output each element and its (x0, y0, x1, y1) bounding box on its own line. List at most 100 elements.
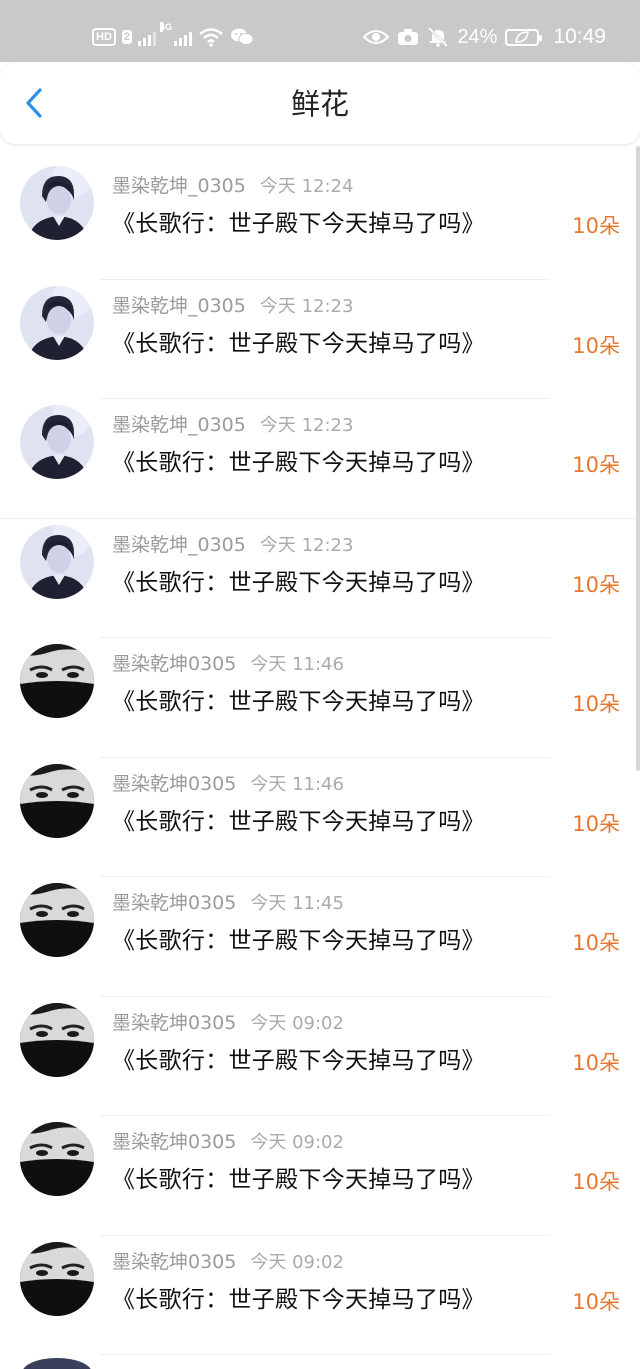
avatar[interactable] (20, 524, 94, 599)
sim-icon: 2 (121, 30, 133, 44)
hd-icon: HD (92, 28, 116, 46)
timestamp: 今天 12:24 (259, 176, 354, 197)
record-meta: 墨染乾坤0305 今天 11:46 (112, 769, 344, 796)
mute-bell-icon (428, 26, 449, 48)
avatar-masked-portrait (20, 644, 94, 718)
avatar-masked-portrait (20, 763, 94, 838)
username[interactable]: 墨染乾坤_0305 (112, 414, 246, 436)
avatar-masked-portrait (20, 883, 94, 957)
timestamp: 今天 09:02 (250, 1251, 344, 1273)
avatar[interactable] (20, 1122, 94, 1196)
wechat-icon (231, 28, 254, 45)
book-title[interactable]: 《长歌行：世子殿下今天掉马了吗》 (112, 204, 485, 238)
record-meta: 墨染乾坤_0305 今天 12:23 (112, 410, 353, 437)
list-item[interactable]: 墨染乾坤0305 今天 09:02 《长歌行：世子殿下今天掉马了吗》 10朵 (0, 1236, 640, 1355)
avatar-blue-portrait (20, 285, 94, 360)
flower-count: 10朵 (572, 1170, 620, 1194)
list-item[interactable]: 墨染乾坤0305 今天 11:46 《长歌行：世子殿下今天掉马了吗》 10朵 (0, 638, 640, 758)
record-meta: 墨染乾坤0305 今天 09:02 (112, 1008, 344, 1035)
flower-count: 10朵 (572, 214, 620, 238)
list-item[interactable]: 墨染乾坤_0305 今天 12:23 《长歌行：世子殿下今天掉马了吗》 10朵 (0, 399, 640, 519)
timestamp: 今天 11:46 (250, 654, 344, 675)
book-title[interactable]: 《长歌行：世子殿下今天掉马了吗》 (112, 443, 485, 477)
username[interactable]: 墨染乾坤0305 (112, 1131, 236, 1153)
avatar-blue-portrait (20, 524, 94, 599)
flower-count: 10朵 (572, 692, 620, 716)
avatar[interactable] (20, 883, 94, 957)
status-right-group: 24% 10:49 (363, 22, 606, 52)
timestamp: 今天 09:02 (250, 1012, 344, 1034)
avatar[interactable] (20, 405, 94, 479)
timestamp: 今天 12:23 (259, 295, 354, 317)
record-meta: 墨染乾坤0305 今天 09:02 (112, 1247, 344, 1274)
record-meta: 墨染乾坤_0305 今天 12:24 (112, 171, 353, 198)
camera-icon (398, 29, 419, 45)
book-title[interactable]: 《长歌行：世子殿下今天掉马了吗》 (112, 324, 485, 358)
flower-count: 10朵 (572, 1050, 620, 1075)
timestamp: 今天 09:02 (250, 1132, 344, 1153)
avatar[interactable] (20, 1002, 94, 1077)
book-title[interactable]: 《长歌行：世子殿下今天掉马了吗》 (112, 563, 485, 597)
avatar[interactable] (20, 166, 94, 240)
flower-count: 10朵 (572, 931, 620, 955)
record-meta: 墨染乾坤0305 今天 11:45 (112, 888, 344, 915)
flower-count: 10朵 (572, 811, 620, 836)
timestamp: 今天 12:23 (259, 415, 354, 436)
clock: 10:49 (553, 25, 606, 48)
username[interactable]: 墨染乾坤0305 (112, 773, 236, 795)
page-title: 鲜花 (290, 87, 349, 121)
flower-count: 10朵 (572, 572, 620, 597)
book-title[interactable]: 《长歌行：世子殿下今天掉马了吗》 (112, 802, 485, 836)
status-left-group: HD 2 4G (92, 22, 254, 52)
username[interactable]: 墨染乾坤0305 (112, 653, 236, 675)
leaf-icon (515, 31, 530, 43)
flower-count: 10朵 (572, 333, 620, 358)
battery-percent: 24% (457, 25, 498, 48)
flower-count: 10朵 (572, 1289, 620, 1314)
avatar[interactable] (20, 644, 94, 718)
list-item[interactable]: 墨染乾坤0305 今天 11:46 《长歌行：世子殿下今天掉马了吗》 10朵 (0, 758, 640, 877)
divider (100, 1354, 550, 1355)
book-title[interactable]: 《长歌行：世子殿下今天掉马了吗》 (112, 682, 485, 716)
book-title[interactable]: 《长歌行：世子殿下今天掉马了吗》 (112, 1041, 485, 1075)
avatar[interactable] (20, 763, 94, 838)
eye-icon (363, 30, 390, 44)
record-meta: 墨染乾坤0305 今天 09:02 (112, 1127, 344, 1154)
list-item[interactable]: 墨染乾坤_0305 今天 12:24 《长歌行：世子殿下今天掉马了吗》 10朵 (0, 160, 640, 280)
timestamp: 今天 12:23 (259, 534, 354, 556)
book-title[interactable]: 《长歌行：世子殿下今天掉马了吗》 (112, 1280, 485, 1314)
book-title[interactable]: 《长歌行：世子殿下今天掉马了吗》 (112, 1160, 485, 1194)
username[interactable]: 墨染乾坤0305 (112, 1012, 236, 1034)
signal-icon (138, 28, 157, 46)
status-bar: HD 2 4G 24% 10:49 (0, 0, 640, 62)
list-item[interactable]: 墨染乾坤0305 今天 09:02 《长歌行：世子殿下今天掉马了吗》 10朵 (0, 1116, 640, 1236)
record-meta: 墨染乾坤0305 今天 11:46 (112, 649, 344, 676)
list-item[interactable]: 墨染乾坤0305 今天 11:45 《长歌行：世子殿下今天掉马了吗》 10朵 (0, 877, 640, 997)
avatar-masked-portrait (20, 1241, 94, 1316)
username[interactable]: 墨染乾坤0305 (112, 892, 236, 914)
record-meta: 墨染乾坤_0305 今天 12:23 (112, 530, 353, 557)
record-meta: 墨染乾坤_0305 今天 12:23 (112, 291, 353, 318)
username[interactable]: 墨染乾坤0305 (112, 1251, 236, 1273)
scrollbar[interactable] (636, 146, 640, 771)
avatar-masked-portrait (20, 1002, 94, 1077)
flower-record-list: 墨染乾坤_0305 今天 12:24 《长歌行：世子殿下今天掉马了吗》 10朵 墨染乾坤… (0, 160, 640, 1355)
nav-header: 鲜花 (0, 62, 640, 144)
timestamp: 今天 11:46 (250, 773, 344, 795)
avatar-blue-portrait (20, 405, 94, 479)
list-item[interactable]: 墨染乾坤_0305 今天 12:23 《长歌行：世子殿下今天掉马了吗》 10朵 (0, 280, 640, 399)
avatar-partial (22, 1358, 92, 1369)
timestamp: 今天 11:45 (250, 893, 344, 914)
list-item[interactable]: 墨染乾坤_0305 今天 12:23 《长歌行：世子殿下今天掉马了吗》 10朵 (0, 519, 640, 638)
username[interactable]: 墨染乾坤_0305 (112, 175, 246, 197)
signal-4g-icon: 4G (160, 22, 193, 46)
battery-icon (505, 28, 543, 46)
book-title[interactable]: 《长歌行：世子殿下今天掉马了吗》 (112, 921, 485, 955)
username[interactable]: 墨染乾坤_0305 (112, 295, 246, 317)
avatar[interactable] (20, 285, 94, 360)
username[interactable]: 墨染乾坤_0305 (112, 534, 246, 556)
avatar[interactable] (20, 1241, 94, 1316)
avatar-masked-portrait (20, 1122, 94, 1196)
flower-count: 10朵 (572, 453, 620, 477)
list-item[interactable]: 墨染乾坤0305 今天 09:02 《长歌行：世子殿下今天掉马了吗》 10朵 (0, 997, 640, 1116)
